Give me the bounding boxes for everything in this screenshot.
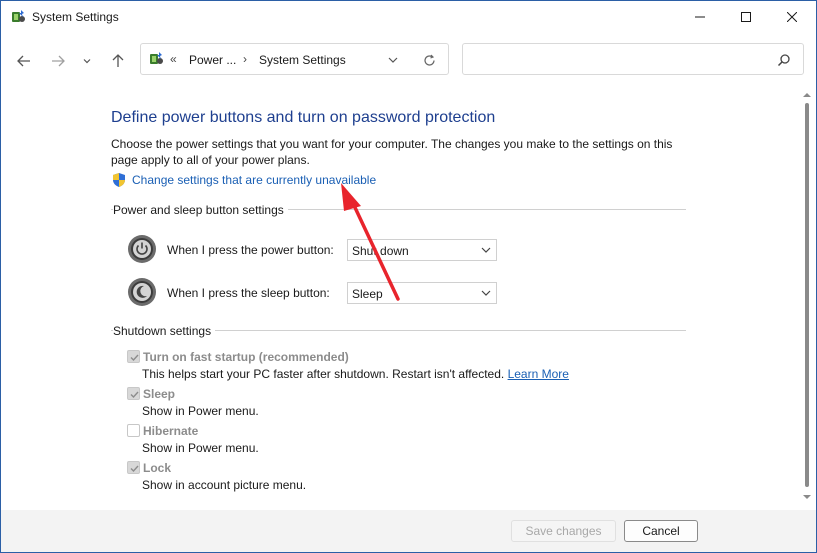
hibernate-checkbox[interactable] bbox=[127, 424, 140, 437]
power-button-action-select[interactable]: Shut down bbox=[347, 239, 497, 261]
maximize-icon bbox=[741, 12, 751, 22]
dialog-footer: Save changes Cancel bbox=[1, 510, 816, 552]
recent-locations-button[interactable] bbox=[77, 49, 97, 73]
chevron-down-icon bbox=[388, 57, 398, 63]
search-icon bbox=[777, 53, 791, 67]
chevron-down-icon bbox=[481, 290, 491, 296]
close-icon bbox=[787, 12, 797, 22]
refresh-icon bbox=[423, 54, 435, 66]
power-button-icon bbox=[127, 234, 157, 264]
fast-startup-description-text: This helps start your PC faster after sh… bbox=[142, 367, 505, 381]
navigation-bar: « Power ... › System Settings bbox=[1, 33, 816, 89]
power-button-label: When I press the power button: bbox=[167, 243, 334, 257]
learn-more-link[interactable]: Learn More bbox=[508, 367, 569, 381]
fast-startup-checkbox[interactable] bbox=[127, 350, 140, 363]
up-button[interactable] bbox=[106, 49, 130, 73]
window-title: System Settings bbox=[32, 10, 119, 24]
page-title: Define power buttons and turn on passwor… bbox=[111, 109, 496, 126]
forward-button[interactable] bbox=[46, 49, 70, 73]
title-bar: System Settings bbox=[1, 1, 816, 33]
page-description: Choose the power settings that you want … bbox=[111, 137, 673, 167]
scrollbar-thumb[interactable] bbox=[805, 103, 809, 487]
hibernate-option-label: Hibernate bbox=[143, 424, 199, 438]
lock-option-label: Lock bbox=[143, 461, 172, 475]
chevron-down-icon bbox=[481, 247, 491, 253]
system-settings-window: System Settings « Power ... › System Set… bbox=[0, 0, 817, 553]
shutdown-section-label: Shutdown settings bbox=[113, 324, 216, 338]
close-button[interactable] bbox=[769, 1, 815, 33]
cancel-button[interactable]: Cancel bbox=[624, 520, 698, 542]
power-options-icon bbox=[10, 9, 26, 25]
hibernate-option-description: Show in Power menu. bbox=[142, 441, 259, 455]
scroll-down-icon[interactable] bbox=[803, 493, 811, 501]
up-arrow-icon bbox=[112, 54, 124, 67]
search-input[interactable] bbox=[462, 43, 804, 75]
power-section-label: Power and sleep button settings bbox=[113, 203, 288, 217]
back-button[interactable] bbox=[12, 49, 36, 73]
maximize-button[interactable] bbox=[723, 1, 769, 33]
save-changes-button[interactable]: Save changes bbox=[511, 520, 616, 542]
refresh-button[interactable] bbox=[421, 52, 437, 68]
change-settings-link[interactable]: Change settings that are currently unava… bbox=[111, 172, 376, 188]
checkmark-icon bbox=[130, 391, 139, 399]
sleep-button-icon bbox=[127, 277, 157, 307]
sleep-option-description: Show in Power menu. bbox=[142, 404, 259, 418]
uac-shield-icon bbox=[111, 172, 127, 188]
lock-option-description: Show in account picture menu. bbox=[142, 478, 307, 492]
minimize-button[interactable] bbox=[677, 1, 723, 33]
vertical-scrollbar[interactable] bbox=[801, 91, 813, 509]
scroll-up-icon[interactable] bbox=[803, 91, 811, 99]
change-settings-link-text[interactable]: Change settings that are currently unava… bbox=[132, 173, 376, 187]
checkmark-icon bbox=[130, 465, 139, 473]
sleep-button-action-select[interactable]: Sleep bbox=[347, 282, 497, 304]
breadcrumb-system-settings[interactable]: System Settings bbox=[259, 53, 346, 67]
fast-startup-label: Turn on fast startup (recommended) bbox=[143, 350, 349, 364]
address-bar[interactable]: « Power ... › System Settings bbox=[140, 43, 449, 75]
sleep-option-label: Sleep bbox=[143, 387, 176, 401]
back-arrow-icon bbox=[17, 55, 30, 67]
chevron-down-icon bbox=[83, 59, 91, 64]
address-dropdown-button[interactable] bbox=[385, 52, 401, 68]
breadcrumb-separator[interactable]: › bbox=[243, 52, 247, 66]
lock-checkbox[interactable] bbox=[127, 461, 140, 474]
sleep-button-action-value: Sleep bbox=[352, 287, 383, 301]
power-options-icon bbox=[148, 51, 164, 67]
fast-startup-description: This helps start your PC faster after sh… bbox=[142, 367, 569, 381]
minimize-icon bbox=[695, 16, 705, 18]
sleep-checkbox[interactable] bbox=[127, 387, 140, 400]
forward-arrow-icon bbox=[52, 55, 65, 67]
power-button-action-value: Shut down bbox=[352, 244, 409, 258]
breadcrumb-overflow[interactable]: « bbox=[170, 52, 177, 66]
sleep-button-label: When I press the sleep button: bbox=[167, 286, 330, 300]
breadcrumb-power-options[interactable]: Power ... bbox=[189, 53, 236, 67]
checkmark-icon bbox=[130, 354, 139, 362]
